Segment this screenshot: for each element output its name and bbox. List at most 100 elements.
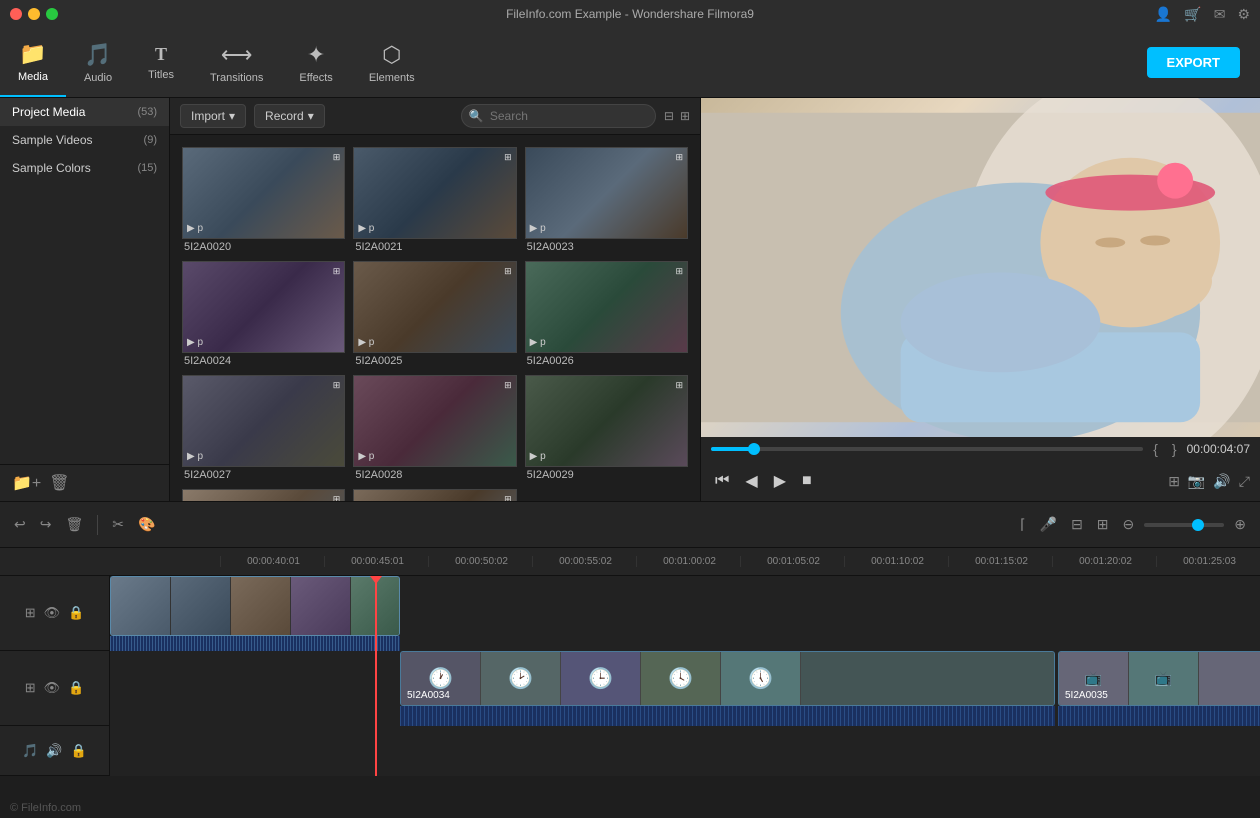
grid-icon-overlay: ⊞ (504, 494, 512, 501)
list-item[interactable]: ⊞ ▶ p 5I2A0023 (521, 143, 692, 257)
list-item[interactable]: ⊞ ▶ p 5I2A0026 (521, 257, 692, 371)
sidebar-item-project-media[interactable]: Project Media (53) (0, 98, 169, 126)
toolbar-item-media[interactable]: 📁 Media (0, 28, 66, 97)
grid-icon-overlay: ⊞ (333, 152, 341, 163)
add-folder-icon[interactable]: 📁+ (12, 473, 41, 493)
play-back-button[interactable]: ◀ (741, 467, 761, 495)
preview-area: { } 00:00:04:07 ⏮ ◀ ▶ ■ ⊞ 📷 🔊 ⤢ (700, 98, 1260, 501)
zoom-slider[interactable] (1144, 523, 1224, 527)
track-lock-icon[interactable]: 🔒 (68, 605, 84, 621)
search-wrap: 🔍 (461, 104, 656, 128)
user-icon[interactable]: 👤 (1155, 6, 1172, 23)
grid-view-icon[interactable]: ⊞ (680, 109, 690, 123)
list-item[interactable]: ⊞ ▶ p 5I2A0025 (349, 257, 520, 371)
video-thumbnail: ⊞ ▶ p (182, 261, 345, 353)
track-content-video2: 5I2A0034 🕐 🕑 🕒 🕓 🕔 5I2A0035 � (110, 651, 1260, 726)
settings2-icon[interactable]: ⊞ (1168, 473, 1180, 490)
list-item[interactable]: ⊞ ▶ p 5I2A0020 (178, 143, 349, 257)
preview-progress-handle[interactable] (748, 443, 760, 455)
zoom-fit-icon[interactable]: ⊕ (1230, 512, 1250, 537)
redo-button[interactable]: ↪ (36, 512, 56, 537)
maximize-button[interactable] (46, 8, 58, 20)
play-icon: ▶ p (187, 451, 203, 462)
track-eye-icon[interactable]: 👁 (44, 605, 61, 621)
baby-svg (701, 98, 1260, 437)
stop-button[interactable]: ■ (798, 468, 816, 494)
track-speaker-icon[interactable]: 🔊 (46, 743, 62, 759)
audio-wave-strip (110, 636, 400, 651)
delete-icon[interactable]: 🗑 (49, 473, 69, 493)
video-thumbnail: ⊞ ▶ p (353, 147, 516, 239)
track-music-icon[interactable]: 🎵 (22, 743, 38, 759)
step-back-button[interactable]: ⏮ (711, 468, 733, 494)
list-item[interactable]: ⊞ ▶ p (349, 485, 520, 501)
preview-progress-bar[interactable] (711, 447, 1143, 451)
media-icon: 📁 (19, 41, 46, 67)
camera-icon[interactable]: 📷 (1188, 473, 1205, 490)
video-clip-5I2A0035[interactable]: 5I2A0035 📺 📺 (1058, 651, 1260, 706)
cut-button[interactable]: ✂ (108, 512, 128, 537)
video-thumbnail: ⊞ ▶ p (353, 261, 516, 353)
video-thumbnail: ⊞ ▶ p (353, 375, 516, 467)
sidebar-item-sample-colors[interactable]: Sample Colors (15) (0, 154, 169, 182)
toolbar-item-elements[interactable]: ⬡ Elements (351, 28, 433, 97)
import-button[interactable]: Import ▾ (180, 104, 246, 128)
window-controls[interactable] (10, 8, 58, 20)
sidebar-label-project-media: Project Media (12, 105, 85, 119)
toolbar-item-audio[interactable]: 🎵 Audio (66, 28, 130, 97)
ripple-icon[interactable]: ⊖ (1119, 512, 1139, 537)
ruler-mark: 00:01:25:03 (1156, 556, 1260, 567)
track-eye-icon2[interactable]: 👁 (44, 680, 61, 696)
filter-icon[interactable]: ⊟ (664, 109, 674, 123)
toolbar-item-titles[interactable]: T Titles (130, 28, 192, 97)
record-button[interactable]: Record ▾ (254, 104, 325, 128)
track-lock-icon2[interactable]: 🔒 (68, 680, 84, 696)
grid-icon-overlay: ⊞ (504, 152, 512, 163)
video-clip-5I2A0034[interactable]: 5I2A0034 🕐 🕑 🕒 🕓 🕔 (400, 651, 1055, 706)
minimize-button[interactable] (28, 8, 40, 20)
track-grid-icon2[interactable]: ⊞ (25, 680, 36, 696)
playhead2 (375, 651, 377, 726)
export-button[interactable]: EXPORT (1147, 47, 1240, 78)
delete-clip-button[interactable]: 🗑 (61, 512, 87, 537)
search-input[interactable] (461, 104, 656, 128)
toolbar-item-transitions[interactable]: ⟷ Transitions (192, 28, 281, 97)
volume-icon[interactable]: 🔊 (1213, 473, 1230, 490)
thumb-fill (801, 652, 1054, 705)
list-item[interactable]: ⊞ ▶ p 5I2A0021 (349, 143, 520, 257)
sidebar-item-sample-videos[interactable]: Sample Videos (9) (0, 126, 169, 154)
list-item[interactable]: ⊞ ▶ p 5I2A0027 (178, 371, 349, 485)
play-icon: ▶ p (530, 223, 546, 234)
list-item[interactable]: ⊞ ▶ p 5I2A0028 (349, 371, 520, 485)
playhead3 (375, 726, 377, 776)
grid-icon-overlay: ⊞ (333, 380, 341, 391)
video-clip-1[interactable] (110, 576, 400, 636)
mark-in-icon[interactable]: ⌈ (1016, 512, 1029, 537)
play-icon: ▶ p (530, 451, 546, 462)
mic-icon[interactable]: 🎤 (1036, 512, 1061, 537)
list-item[interactable]: ⊞ ▶ p 5I2A0024 (178, 257, 349, 371)
track-row-video2: ⊞ 👁 🔒 5I2A0034 🕐 🕑 🕒 🕓 🕔 (0, 651, 1260, 726)
track-grid-icon[interactable]: ⊞ (25, 605, 36, 621)
track-row-video1: ⊞ 👁 🔒 (0, 576, 1260, 651)
track-controls-audio: 🎵 🔊 🔒 (0, 726, 110, 775)
undo-button[interactable]: ↩ (10, 512, 30, 537)
clip-label-5I2A0035: 5I2A0035 (1059, 688, 1114, 703)
settings-icon[interactable]: ⚙ (1237, 6, 1250, 23)
color-button[interactable]: 🎨 (134, 512, 159, 537)
toolbar-item-effects[interactable]: ✦ Effects (281, 28, 350, 97)
separator (97, 515, 98, 535)
video-thumbnail: ⊞ ▶ p (525, 261, 688, 353)
close-button[interactable] (10, 8, 22, 20)
mail-icon[interactable]: ✉ (1214, 6, 1226, 23)
video-name: 5I2A0020 (182, 241, 345, 253)
play-button[interactable]: ▶ (770, 467, 790, 495)
video-thumbnail: ⊞ ▶ p (525, 375, 688, 467)
fullscreen-icon[interactable]: ⤢ (1239, 473, 1250, 490)
add-clip-icon[interactable]: ⊞ (1093, 512, 1113, 537)
list-item[interactable]: ⊞ ▶ p 5I2A0029 (521, 371, 692, 485)
track-icon[interactable]: ⊟ (1067, 512, 1087, 537)
list-item[interactable]: 125 ⊞ ▶ p (178, 485, 349, 501)
track-lock-icon3[interactable]: 🔒 (71, 743, 87, 759)
cart-icon[interactable]: 🛒 (1184, 6, 1201, 23)
